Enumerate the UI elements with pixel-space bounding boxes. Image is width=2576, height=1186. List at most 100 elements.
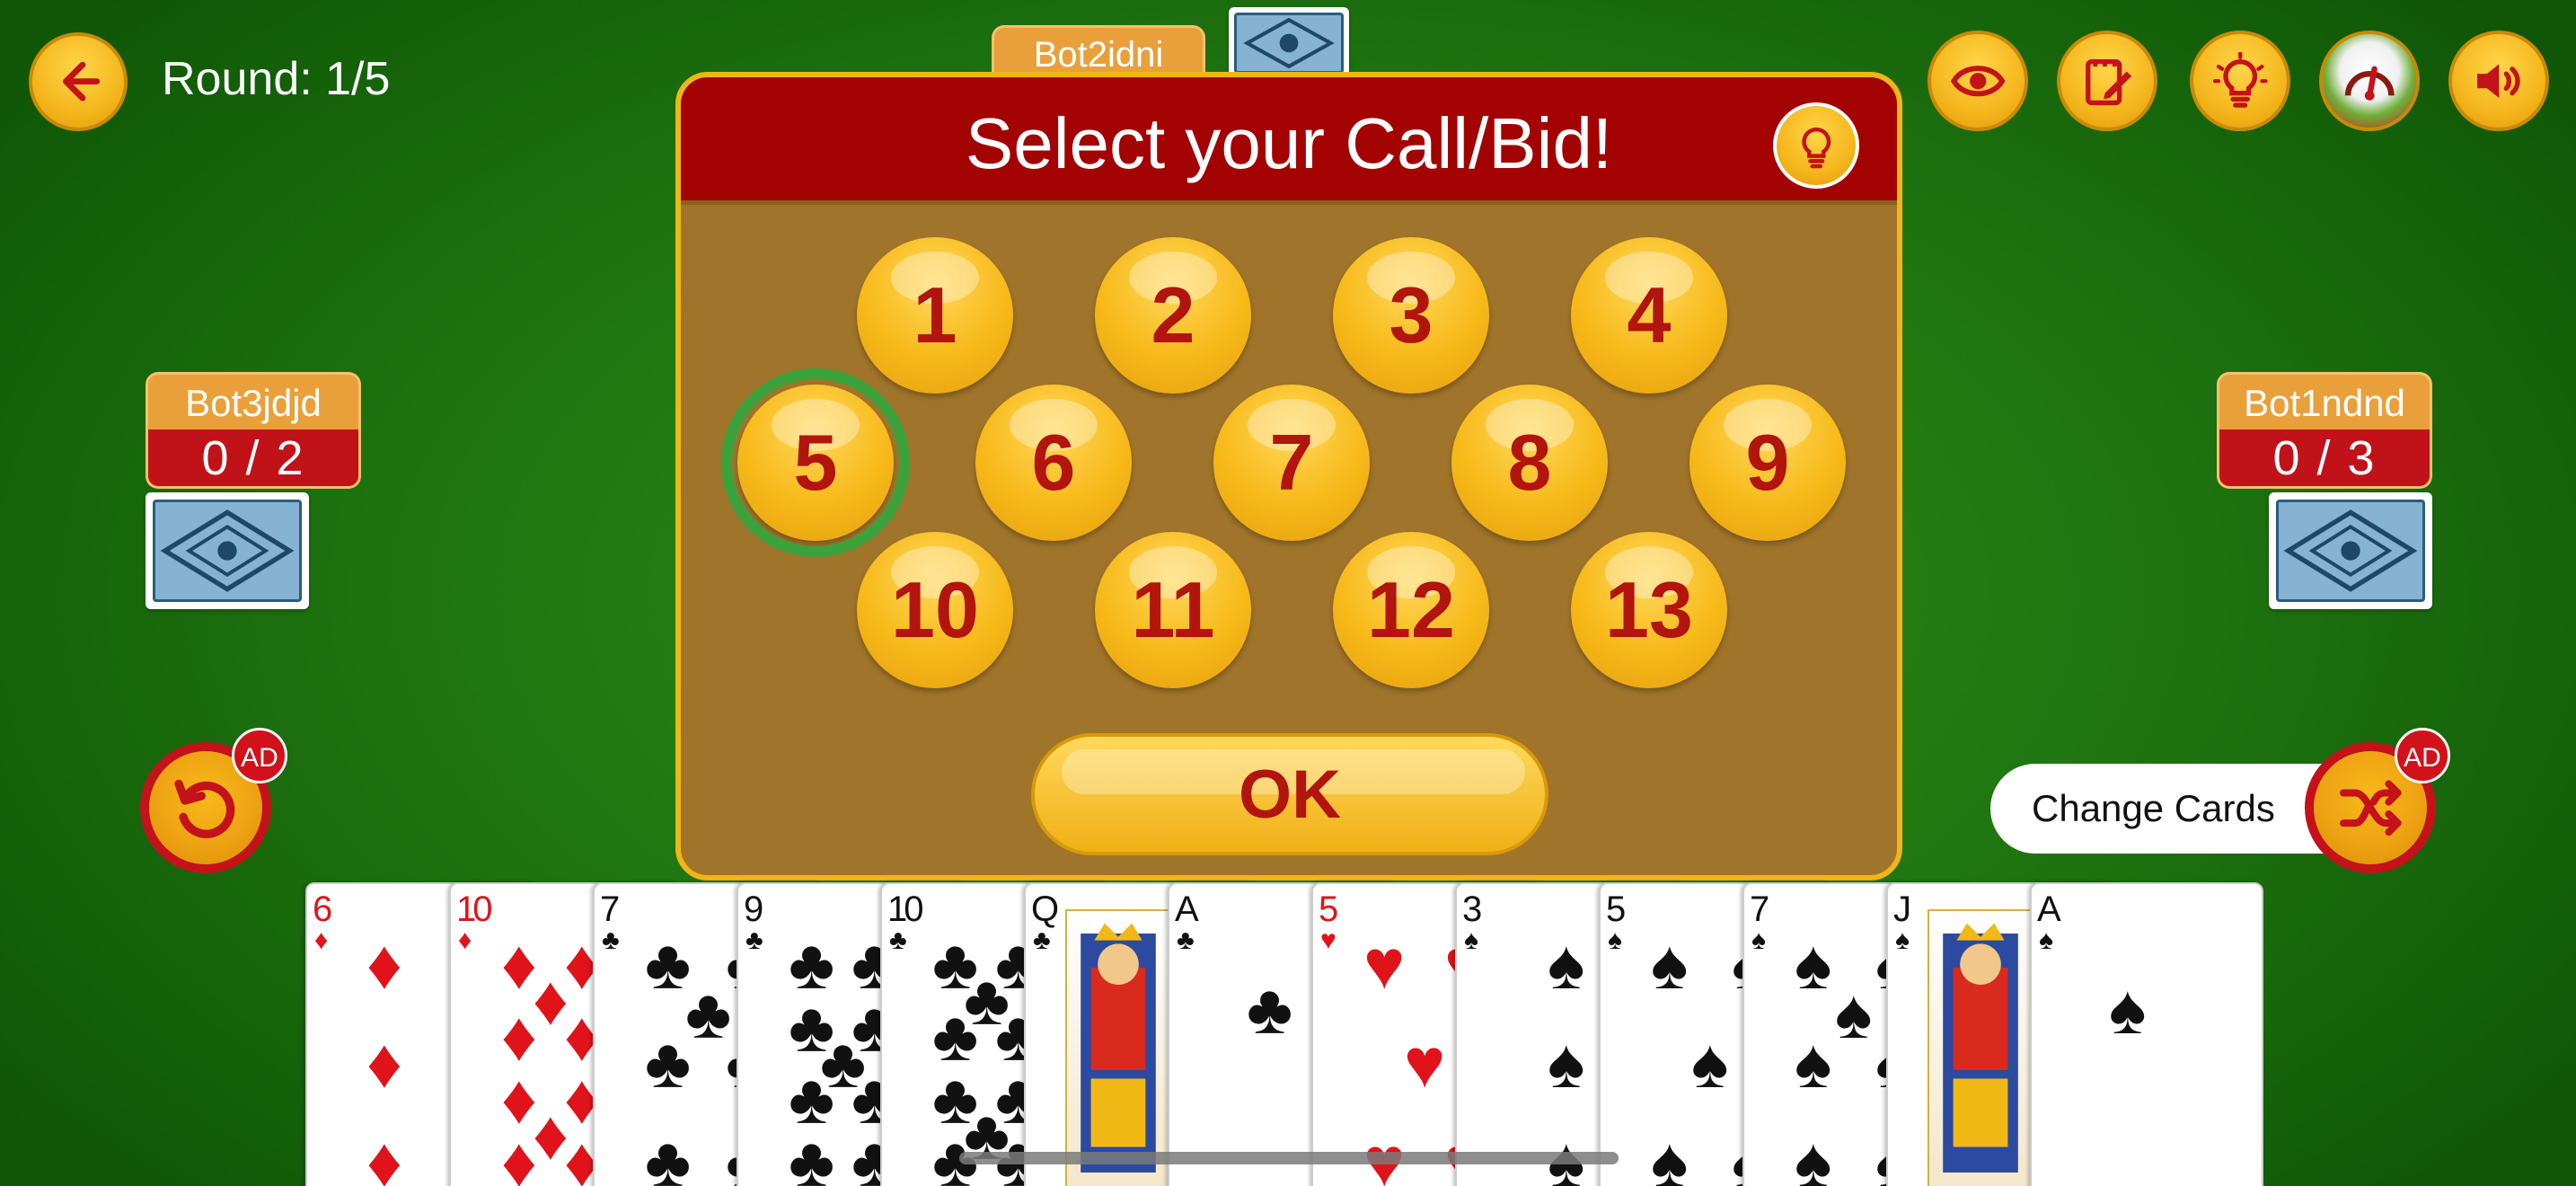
card-rank: 5: [1606, 890, 1626, 929]
card-pips: ♠♠♠♠♠♠♠: [1786, 893, 1912, 1186]
player-hand: 6♦♦♦♦10♦♦♦♦♦♦♦♦♦♦♦7♣♣♣♣♣♣♣♣9♣♣♣♣♣♣♣♣♣♣10…: [305, 882, 2272, 1186]
top-player-name: Bot2idni: [992, 25, 1205, 75]
lightbulb-icon: [2212, 51, 2268, 108]
card-pip: ♠: [1835, 974, 1873, 1053]
card-suit: ♣: [745, 925, 763, 955]
card-pips: ♠♠♠♠♠: [1642, 893, 1769, 1186]
card-pip: ♣: [789, 1122, 835, 1186]
card-pips: ♠: [2073, 893, 2172, 1186]
card-pip: ♦: [533, 960, 569, 1040]
card-pip: ♠: [1651, 925, 1689, 1004]
card-pip: ♦: [501, 1122, 537, 1186]
card-suit: ♣: [889, 925, 907, 955]
bid-option-2[interactable]: 2: [1095, 237, 1251, 394]
speedometer-icon: [2344, 66, 2395, 101]
card-pips: ♣ ♣ ♣ ♣ ♣ ♣ ♣ ♣ ♣: [780, 893, 897, 1186]
card-pip: ♦: [366, 1023, 402, 1102]
dialog-hint-button[interactable]: [1773, 102, 1859, 189]
right-player-card-back: [2269, 492, 2432, 609]
top-player-card-back: [1229, 7, 1349, 79]
card-rank: 7: [1750, 890, 1769, 929]
difficulty-button[interactable]: [2319, 31, 2420, 131]
card-pip: ♠: [1548, 925, 1585, 1004]
bid-option-4[interactable]: 4: [1571, 237, 1727, 394]
bid-option-6[interactable]: 6: [975, 385, 1132, 541]
card-pips: ♦ ♦ ♦ ♦ ♦ ♦ ♦ ♦ ♦ ♦: [492, 893, 600, 1186]
card-suit: ♠: [2039, 925, 2053, 955]
card-pip: ♣: [645, 925, 692, 1004]
bid-dialog: Select your Call/Bid! 1 2 3 4 5 6 7 8 9 …: [675, 72, 1902, 881]
undo-ad-badge: AD: [232, 728, 287, 783]
card-suit: ♠: [1608, 925, 1622, 955]
card-suit: ♠: [1751, 925, 1766, 955]
card-rank: 10: [456, 890, 492, 929]
card-suit: ♣: [1033, 925, 1051, 955]
arrow-left-icon: [63, 62, 101, 102]
bid-option-3[interactable]: 3: [1333, 237, 1489, 394]
card-pip: ♠: [1651, 1122, 1689, 1186]
notepad-edit-icon: [2085, 58, 2131, 105]
card-pip: ♦: [366, 925, 402, 1004]
card-suit: ♠: [1464, 925, 1478, 955]
hand-card[interactable]: A ♠ ♠: [2030, 882, 2263, 1186]
shuffle-ad-badge: AD: [2395, 728, 2450, 783]
right-player-tag: Bot1ndnd 0 / 3: [2217, 372, 2432, 489]
bid-option-9[interactable]: 9: [1689, 385, 1846, 541]
card-rank: Q: [1031, 890, 1059, 929]
card-pip: ♥: [1363, 925, 1406, 1004]
card-pip: ♠: [2109, 969, 2147, 1049]
card-pip: ♣: [685, 974, 732, 1053]
back-button[interactable]: [29, 32, 128, 131]
card-pip: ♠: [1795, 925, 1832, 1004]
card-suit: ♥: [1320, 925, 1337, 955]
eye-icon: [1950, 66, 2006, 96]
card-rank: 5: [1319, 890, 1338, 929]
card-suit: ♣: [602, 925, 620, 955]
card-pip: ♣: [1247, 969, 1293, 1049]
card-pip: ♣: [645, 1023, 692, 1102]
card-pip: ♦: [533, 1095, 569, 1174]
view-button[interactable]: [1928, 31, 2028, 131]
left-player-score: 0 / 2: [146, 429, 361, 489]
bid-option-12[interactable]: 12: [1333, 532, 1489, 688]
face-card-art: [1065, 909, 1171, 1186]
bid-option-10[interactable]: 10: [857, 532, 1013, 688]
bid-option-13[interactable]: 13: [1571, 532, 1727, 688]
rotate-ccw-icon: [174, 779, 235, 838]
card-pips: ♠♠♠: [1498, 893, 1597, 1186]
card-pip: ♠: [1691, 1023, 1729, 1102]
card-pip: ♠: [1795, 1122, 1832, 1186]
hint-button[interactable]: [2190, 31, 2290, 131]
card-suit: ♠: [1895, 925, 1910, 955]
card-rank: 10: [887, 890, 923, 929]
card-rank: 3: [1462, 890, 1482, 929]
card-suit: ♣: [1177, 925, 1195, 955]
card-suit: ♦: [314, 925, 329, 955]
bid-option-1[interactable]: 1: [857, 237, 1013, 394]
bid-option-5[interactable]: 5: [721, 368, 910, 557]
card-suit: ♦: [458, 925, 472, 955]
scorecard-button[interactable]: [2057, 31, 2157, 131]
card-pip: ♠: [1548, 1023, 1585, 1102]
right-player-name: Bot1ndnd: [2217, 372, 2432, 429]
card-rank: A: [1175, 890, 1199, 929]
bid-option-11[interactable]: 11: [1095, 532, 1251, 688]
bid-option-8[interactable]: 8: [1451, 385, 1608, 541]
right-player-score: 0 / 3: [2217, 429, 2432, 489]
face-card-art: [1928, 909, 2033, 1186]
dialog-title: Select your Call/Bid!: [965, 103, 1613, 183]
ok-button[interactable]: OK: [1031, 733, 1548, 855]
card-pips: ♥♥♥♥♥: [1354, 893, 1486, 1186]
card-pips: ♣♣♣♣♣♣♣♣♣♣: [923, 893, 1041, 1186]
sound-button[interactable]: [2448, 31, 2549, 131]
card-rank: A: [2037, 890, 2061, 929]
card-rank: 6: [313, 890, 332, 929]
card-rank: J: [1893, 890, 1911, 929]
card-rank: 7: [600, 890, 620, 929]
left-player-name: Bot3jdjd: [146, 372, 361, 429]
home-indicator: [959, 1152, 1619, 1164]
bid-option-7[interactable]: 7: [1213, 385, 1370, 541]
round-indicator: Round: 1/5: [162, 53, 391, 105]
card-pip: ♠: [1795, 1023, 1832, 1102]
card-pips: ♣: [1211, 893, 1310, 1186]
